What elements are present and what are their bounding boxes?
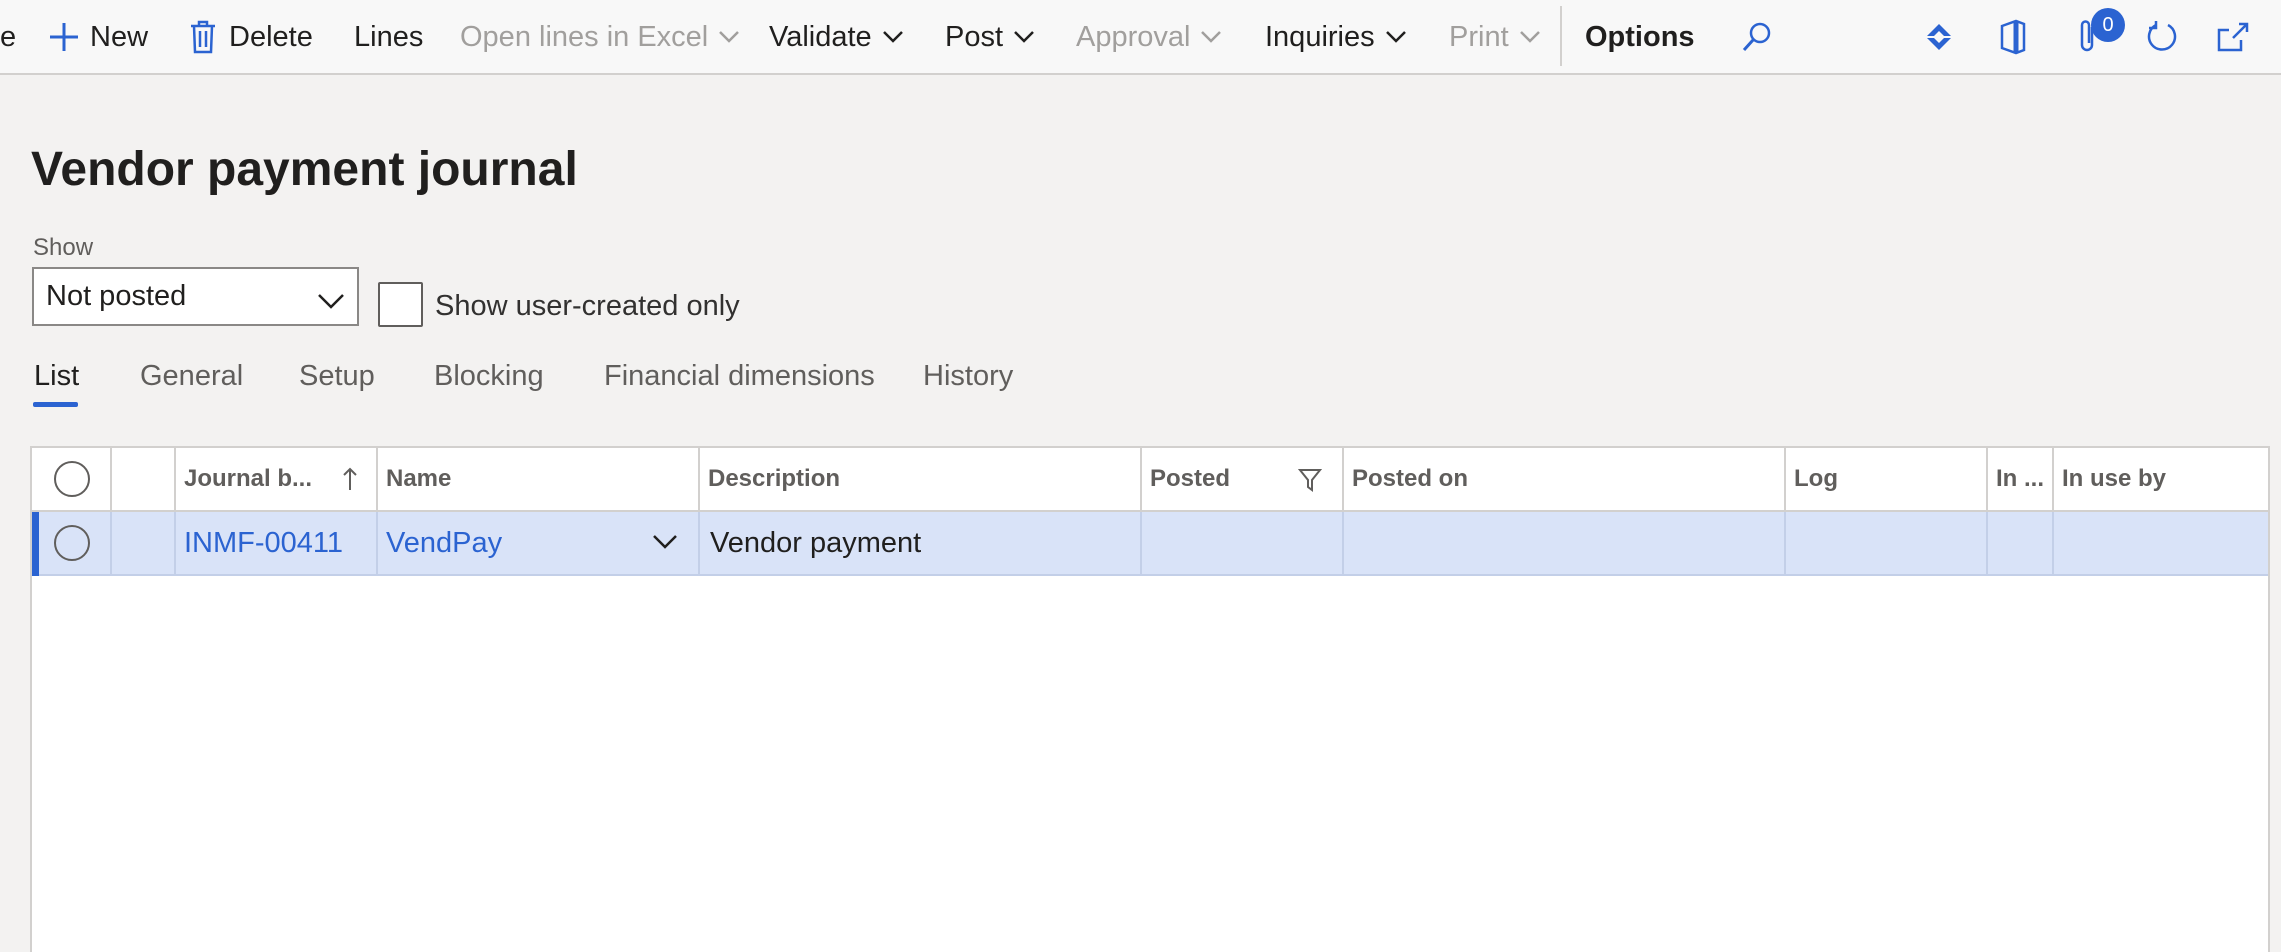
chevron-down-icon [317, 285, 345, 318]
column-divider [174, 512, 176, 576]
column-divider [1140, 512, 1142, 576]
column-header-log[interactable]: Log [1794, 448, 1838, 510]
column-header-journal-batch[interactable]: Journal b... [184, 448, 358, 510]
plus-icon [48, 21, 80, 53]
tab-financial-dimensions[interactable]: Financial dimensions [604, 360, 875, 393]
column-divider [110, 448, 112, 512]
inquiries-menu-button[interactable]: Inquiries [1265, 0, 1407, 74]
show-user-created-only-checkbox[interactable] [378, 282, 423, 327]
validate-menu-button[interactable]: Validate [769, 0, 904, 74]
sort-ascending-icon [342, 466, 358, 492]
validate-label: Validate [769, 20, 872, 53]
show-filter-label: Show [33, 234, 94, 261]
journal-name-link[interactable]: VendPay [386, 512, 502, 574]
column-header-journal-batch-label: Journal b... [184, 465, 313, 492]
approval-menu-button[interactable]: Approval [1076, 0, 1222, 74]
new-button[interactable]: New [48, 0, 148, 74]
post-menu-button[interactable]: Post [945, 0, 1035, 74]
column-divider [174, 448, 176, 512]
options-label: Options [1585, 20, 1695, 53]
column-header-description[interactable]: Description [708, 448, 840, 510]
lines-label: Lines [354, 20, 424, 53]
options-tab[interactable]: Options [1585, 0, 1695, 74]
row-selection-indicator [32, 512, 39, 576]
active-tab-indicator [33, 402, 78, 407]
attachments-button[interactable]: 0 [2065, 8, 2125, 60]
description-cell[interactable]: Vendor payment [710, 512, 921, 574]
tab-history[interactable]: History [923, 360, 1013, 393]
action-pane-clipped-item[interactable]: e [0, 0, 16, 74]
show-filter-value: Not posted [46, 280, 187, 312]
column-divider [1784, 512, 1786, 576]
column-header-in-use-by[interactable]: In use by [2062, 448, 2166, 510]
show-filter-dropdown[interactable]: Not posted [32, 267, 359, 326]
trash-icon [189, 20, 217, 54]
approval-label: Approval [1076, 20, 1191, 53]
name-lookup-chevron-down-icon[interactable] [652, 534, 678, 550]
chevron-down-icon [718, 30, 740, 44]
column-divider [1986, 448, 1988, 512]
action-pane: e New Delete Lines Open lines in Excel V… [0, 0, 2281, 75]
column-divider [1140, 448, 1142, 512]
column-header-in-use[interactable]: In ... [1996, 448, 2044, 510]
column-header-posted-on[interactable]: Posted on [1352, 448, 1468, 510]
column-divider [376, 448, 378, 512]
delete-button[interactable]: Delete [189, 0, 313, 74]
column-divider [1784, 448, 1786, 512]
column-header-name[interactable]: Name [386, 448, 451, 510]
search-icon[interactable] [1734, 14, 1780, 60]
chevron-down-icon [1519, 30, 1541, 44]
chevron-down-icon [1385, 30, 1407, 44]
column-header-posted[interactable]: Posted [1150, 448, 1230, 510]
column-divider [110, 512, 112, 576]
journal-batch-link[interactable]: INMF-00411 [184, 512, 343, 574]
column-divider [376, 512, 378, 576]
print-menu-button[interactable]: Print [1449, 0, 1541, 74]
row-select-radio[interactable] [54, 525, 90, 561]
table-row[interactable]: INMF-00411 VendPay Vendor payment [32, 512, 2268, 576]
column-divider [1342, 512, 1344, 576]
column-divider [1342, 448, 1344, 512]
new-label: New [90, 20, 149, 53]
page-title: Vendor payment journal [31, 143, 578, 196]
tab-list[interactable]: List [34, 360, 79, 393]
action-pane-clipped-label: e [0, 20, 17, 53]
chevron-down-icon [882, 30, 904, 44]
print-label: Print [1449, 20, 1509, 53]
attachments-count-badge: 0 [2091, 8, 2125, 42]
grid-header-row: Journal b... Name Description Posted Pos… [32, 448, 2268, 512]
column-divider [698, 512, 700, 576]
lines-button[interactable]: Lines [354, 0, 423, 74]
column-divider [698, 448, 700, 512]
column-divider [2052, 448, 2054, 512]
tab-setup[interactable]: Setup [299, 360, 375, 393]
filter-icon[interactable] [1298, 468, 1322, 492]
open-lines-in-excel-label: Open lines in Excel [460, 20, 709, 53]
chevron-down-icon [1200, 30, 1222, 44]
column-divider [2052, 512, 2054, 576]
column-divider [1986, 512, 1988, 576]
open-in-new-window-icon[interactable] [2210, 14, 2256, 60]
post-label: Post [945, 20, 1004, 53]
refresh-icon[interactable] [2139, 14, 2185, 60]
office-icon[interactable] [1990, 14, 2036, 60]
inquiries-label: Inquiries [1265, 20, 1375, 53]
chevron-down-icon [1013, 30, 1035, 44]
tab-general[interactable]: General [140, 360, 243, 393]
power-apps-icon[interactable] [1916, 14, 1962, 60]
select-all-radio[interactable] [54, 461, 90, 497]
journal-grid: Journal b... Name Description Posted Pos… [30, 446, 2270, 952]
open-lines-in-excel-button[interactable]: Open lines in Excel [460, 0, 740, 74]
delete-label: Delete [229, 20, 313, 53]
tab-blocking[interactable]: Blocking [434, 360, 544, 393]
show-user-created-only-label: Show user-created only [435, 290, 740, 322]
action-pane-divider [1560, 6, 1562, 66]
